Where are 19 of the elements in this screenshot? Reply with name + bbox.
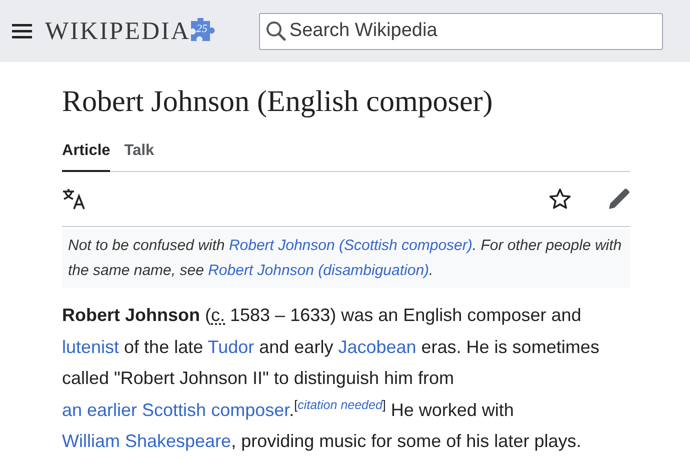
logo-number: 25 xyxy=(196,24,208,35)
page-title: Robert Johnson (English composer) xyxy=(62,84,494,120)
link[interactable]: Jacobean xyxy=(338,336,416,356)
search-field[interactable]: Search Wikipedia xyxy=(259,12,664,50)
hatnote: Not to be confused with Robert Johnson (Scottish composer). For other people with the same name, see Robert Johnson (disambiguation). xyxy=(62,229,630,288)
wikipedia-wordmark[interactable]: WIKIPEDIA xyxy=(45,18,190,44)
link[interactable]: Robert Johnson (disambiguation) xyxy=(208,262,430,279)
link[interactable]: William Shakespeare xyxy=(62,431,232,451)
search-icon xyxy=(266,20,286,40)
edit-icon[interactable] xyxy=(608,188,630,210)
link[interactable]: Robert Johnson (Scottish composer) xyxy=(228,237,472,254)
tab[interactable]: Article xyxy=(62,139,110,172)
tab[interactable]: Talk xyxy=(124,139,154,172)
language-icon[interactable] xyxy=(62,188,86,210)
link[interactable]: Tudor xyxy=(208,336,254,356)
link[interactable]: lutenist xyxy=(62,336,120,356)
link[interactable]: an earlier Scottish composer xyxy=(62,400,290,420)
star-icon[interactable] xyxy=(549,188,571,210)
citation-needed-link[interactable]: citation needed xyxy=(298,398,382,412)
